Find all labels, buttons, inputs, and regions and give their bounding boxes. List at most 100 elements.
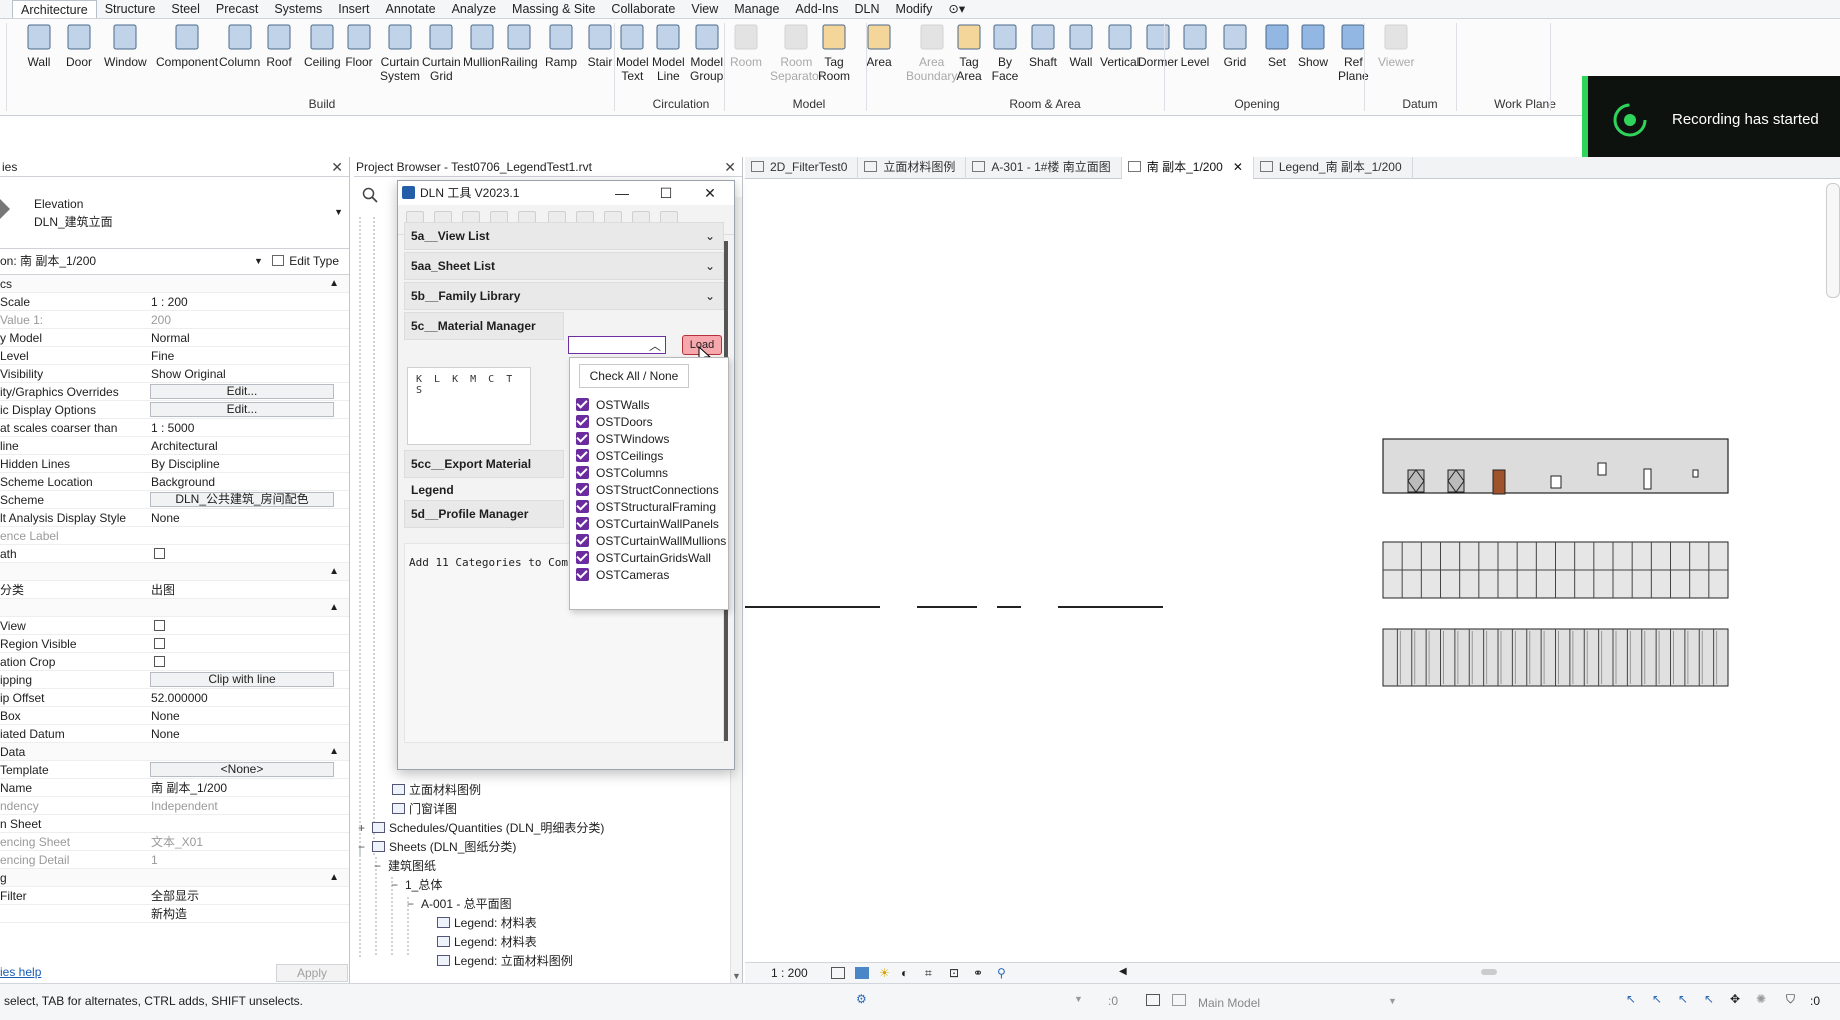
ribbon-button-model-text[interactable]: Model Text bbox=[616, 22, 649, 102]
property-category[interactable]: Data ▲ bbox=[0, 743, 349, 761]
property-value[interactable]: Background bbox=[151, 473, 215, 491]
tab-dln[interactable]: DLN bbox=[847, 0, 888, 18]
property-value[interactable]: Architectural bbox=[151, 437, 218, 455]
ribbon-button-tag-room[interactable]: Tag Room bbox=[818, 22, 850, 102]
collapse-icon[interactable]: ▲ bbox=[329, 743, 339, 761]
close-icon[interactable]: ✕ bbox=[688, 181, 732, 205]
ribbon-button-room[interactable]: Room bbox=[730, 22, 762, 102]
checkbox-checked-icon[interactable] bbox=[576, 534, 589, 547]
property-category[interactable]: g ▲ bbox=[0, 869, 349, 887]
ribbon-button-floor[interactable]: Floor bbox=[344, 22, 374, 102]
category-checkbox-row[interactable]: OSTStructConnections bbox=[576, 481, 719, 499]
property-value[interactable]: Fine bbox=[151, 347, 174, 365]
property-value-button[interactable]: DLN_公共建筑_房间配色 bbox=[150, 492, 334, 507]
tab-structure[interactable]: Structure bbox=[97, 0, 164, 18]
view-tab[interactable]: Legend_南 副本_1/200 bbox=[1254, 157, 1413, 179]
instance-filter[interactable]: on: 南 副本_1/200 ▼ Edit Type bbox=[0, 249, 349, 275]
shadows-icon[interactable]: ◐ bbox=[901, 966, 908, 980]
filter-icon[interactable]: ⛉ bbox=[1786, 992, 1795, 1007]
tree-node[interactable]: − 建筑图纸 bbox=[372, 857, 436, 874]
background-process-icon[interactable]: ✺ bbox=[1756, 992, 1766, 1006]
scroll-down-icon[interactable]: ▼ bbox=[732, 971, 741, 981]
ribbon-button-ramp[interactable]: Ramp bbox=[545, 22, 577, 102]
select-pinned-icon[interactable]: ↖ bbox=[1678, 992, 1688, 1006]
tree-node[interactable]: − A-001 - 总平面图 bbox=[405, 895, 512, 912]
tab-architecture[interactable]: Architecture bbox=[12, 0, 97, 18]
tab-modify[interactable]: Modify bbox=[888, 0, 941, 18]
checkbox-checked-icon[interactable] bbox=[576, 551, 589, 564]
ribbon-button-area-boundary[interactable]: Area Boundary bbox=[906, 22, 957, 102]
reveal-hidden-icon[interactable]: ⚲ bbox=[997, 966, 1006, 980]
ribbon-button-door[interactable]: Door bbox=[64, 22, 94, 102]
drawing-canvas[interactable] bbox=[745, 179, 1840, 961]
ribbon-button-ceiling[interactable]: Ceiling bbox=[304, 22, 341, 102]
ribbon-group-label[interactable]: Room & Area bbox=[990, 97, 1100, 111]
tree-node[interactable]: −1_总体 bbox=[389, 876, 442, 893]
view-tab[interactable]: 南 副本_1/200 ✕ bbox=[1121, 157, 1254, 179]
chevron-down-icon[interactable]: ▼ bbox=[1074, 994, 1083, 1004]
property-value-button[interactable]: <None> bbox=[150, 762, 334, 777]
expander-section[interactable]: 5a__View List ⌄ bbox=[404, 222, 724, 250]
property-value[interactable]: 新构造 bbox=[151, 905, 187, 923]
tab-add-ins[interactable]: Add-Ins bbox=[787, 0, 846, 18]
property-value[interactable]: 1 : 200 bbox=[151, 293, 188, 311]
ribbon-button-grid[interactable]: Grid bbox=[1220, 22, 1250, 102]
view-tab[interactable]: 立面材料图例 bbox=[858, 157, 967, 179]
ribbon-button-by-face[interactable]: By Face bbox=[990, 22, 1020, 102]
crop-view-icon[interactable]: ⌗ bbox=[925, 966, 932, 981]
property-checkbox[interactable] bbox=[154, 656, 165, 667]
ribbon-button-dormer[interactable]: Dormer bbox=[1138, 22, 1178, 102]
properties-help-link[interactable]: ies help bbox=[0, 965, 41, 979]
tab-systems[interactable]: Systems bbox=[266, 0, 330, 18]
design-options-icon[interactable] bbox=[1146, 994, 1160, 1006]
select-by-face-icon[interactable]: ↖ bbox=[1704, 992, 1714, 1006]
check-all-button[interactable]: Check All / None bbox=[579, 364, 689, 388]
property-value[interactable]: By Discipline bbox=[151, 455, 220, 473]
category-checkbox-row[interactable]: OSTWalls bbox=[576, 396, 650, 414]
temporary-hide-icon[interactable]: ⚭ bbox=[973, 966, 983, 980]
collapse-icon[interactable]: ▲ bbox=[329, 275, 339, 293]
category-checkbox-row[interactable]: OSTCurtainGridsWall bbox=[576, 549, 711, 567]
property-value-button[interactable]: Clip with line bbox=[150, 672, 334, 687]
property-value[interactable]: 南 副本_1/200 bbox=[151, 779, 227, 797]
ribbon-button-wall[interactable]: Wall bbox=[24, 22, 54, 102]
expander-section[interactable]: 5aa_Sheet List ⌄ bbox=[404, 252, 724, 280]
tree-node[interactable]: Legend: 立面材料图例 bbox=[437, 952, 573, 969]
checkbox-checked-icon[interactable] bbox=[576, 466, 589, 479]
checkbox-checked-icon[interactable] bbox=[576, 432, 589, 445]
tree-node[interactable]: Legend: 材料表 bbox=[437, 914, 537, 931]
edit-type-button[interactable]: Edit Type bbox=[272, 249, 339, 273]
category-combo[interactable]: ︿ bbox=[568, 336, 666, 354]
collapse-icon[interactable]: ▲ bbox=[329, 599, 339, 617]
file-menu-edge[interactable] bbox=[0, 0, 12, 18]
tree-node[interactable]: 立面材料图例 bbox=[392, 781, 481, 798]
tree-node[interactable]: 门窗详图 bbox=[392, 800, 457, 817]
collapse-icon[interactable]: ▲ bbox=[329, 563, 339, 581]
ribbon-button-mullion[interactable]: Mullion bbox=[463, 22, 501, 102]
tab-massing-site[interactable]: Massing & Site bbox=[504, 0, 603, 18]
ribbon-button-roof[interactable]: Roof bbox=[264, 22, 294, 102]
ribbon-button-show[interactable]: Show bbox=[1298, 22, 1328, 102]
ribbon-button-shaft[interactable]: Shaft bbox=[1028, 22, 1058, 102]
property-value[interactable]: Normal bbox=[151, 329, 190, 347]
checkbox-checked-icon[interactable] bbox=[576, 415, 589, 428]
view-scale[interactable]: 1 : 200 bbox=[771, 966, 808, 980]
tab-manage[interactable]: Manage bbox=[726, 0, 787, 18]
ribbon-button-curtain-grid[interactable]: Curtain Grid bbox=[422, 22, 461, 102]
category-checkbox-row[interactable]: OSTStructuralFraming bbox=[576, 498, 716, 516]
property-value-button[interactable]: Edit... bbox=[150, 402, 334, 417]
ribbon-button-model-group[interactable]: Model Group bbox=[690, 22, 723, 102]
select-underlay-icon[interactable]: ↖ bbox=[1652, 992, 1662, 1006]
expand-icon[interactable]: + bbox=[356, 821, 367, 835]
tab-steel[interactable]: Steel bbox=[163, 0, 208, 18]
checkbox-checked-icon[interactable] bbox=[576, 517, 589, 530]
property-value[interactable]: None bbox=[151, 725, 180, 743]
checkbox-checked-icon[interactable] bbox=[576, 449, 589, 462]
expander-section[interactable]: 5d__Profile Manager bbox=[404, 500, 564, 528]
property-checkbox[interactable] bbox=[154, 548, 165, 559]
select-links-icon[interactable]: ↖ bbox=[1626, 992, 1636, 1006]
horizontal-scrollbar[interactable] bbox=[1481, 969, 1497, 975]
property-value[interactable]: 出图 bbox=[151, 581, 175, 599]
maximize-icon[interactable]: ☐ bbox=[644, 181, 688, 205]
collapse-icon[interactable]: − bbox=[405, 897, 416, 911]
